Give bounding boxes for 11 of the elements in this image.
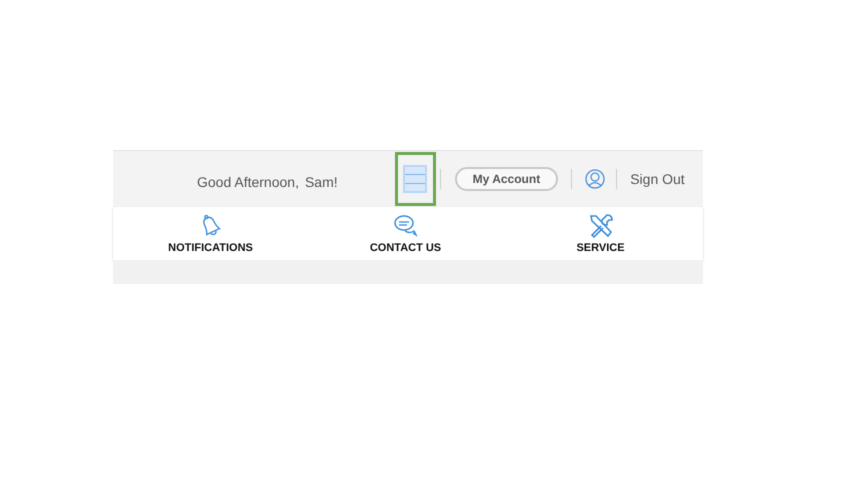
account-button[interactable]: My Account: [454, 167, 558, 191]
chat-icon: [392, 214, 418, 240]
menu-button[interactable]: [394, 152, 436, 206]
user-name: Sam!: [304, 172, 338, 192]
nav-item[interactable]: CONTACT US: [308, 207, 503, 260]
nav-item[interactable]: NOTIFICATIONS: [113, 207, 308, 260]
sign-out-link[interactable]: Sign Out: [630, 168, 685, 190]
greeting-text: Good Afternoon,: [197, 172, 299, 192]
nav-item[interactable]: SERVICE: [503, 207, 698, 260]
user-icon[interactable]: [585, 169, 606, 189]
menu-icon: [403, 165, 428, 193]
